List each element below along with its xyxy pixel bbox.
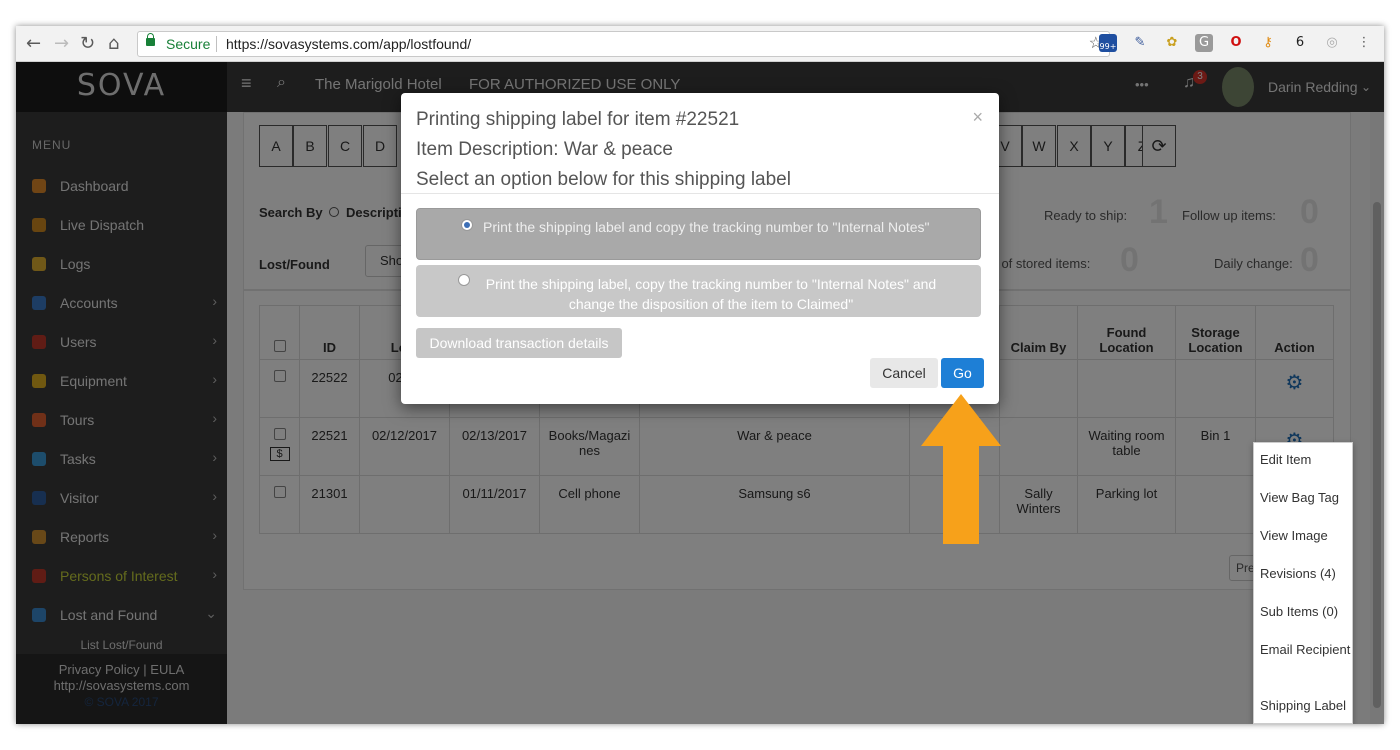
back-icon[interactable]: ← [26, 33, 41, 54]
forward-icon[interactable]: → [54, 33, 69, 54]
extension-badge-count: 99+ [1099, 42, 1117, 51]
extension-badge-icon[interactable]: 99+ [1099, 34, 1117, 52]
menu-item-edit-item[interactable]: Edit Item [1260, 451, 1354, 469]
menu-item-email-recipient[interactable]: Email Recipient [1260, 641, 1354, 659]
menu-item-shipping-label[interactable]: Shipping Label [1260, 697, 1354, 715]
eyedropper-icon[interactable]: ✎ [1131, 34, 1149, 52]
orange-arrow-icon [921, 394, 1001, 544]
go-button[interactable]: Go [941, 358, 984, 388]
menu-item-view-bag-tag[interactable]: View Bag Tag [1260, 489, 1354, 507]
key-icon[interactable]: ⚷ [1259, 34, 1277, 52]
modal-item-description: Item Description: War & peace [416, 139, 673, 160]
download-transaction-button[interactable]: Download transaction details [416, 328, 622, 358]
url-text[interactable]: https://sovasystems.com/app/lostfound/ [226, 32, 471, 56]
browser-menu-icon[interactable]: ⋮ [1355, 34, 1373, 52]
menu-item-view-image[interactable]: View Image [1260, 527, 1354, 545]
browser-toolbar: ← → ↻ ⌂ Secure https://sovasystems.com/a… [16, 26, 1384, 62]
menu-item-sub-items-0[interactable]: Sub Items (0) [1260, 603, 1354, 621]
browser-window: ← → ↻ ⌂ Secure https://sovasystems.com/a… [16, 26, 1384, 724]
home-browser-icon[interactable]: ⌂ [108, 33, 119, 54]
cancel-button[interactable]: Cancel [870, 358, 938, 388]
reload-icon[interactable]: ↻ [80, 33, 95, 54]
omnibox-separator [216, 36, 217, 52]
address-bar[interactable]: Secure https://sovasystems.com/app/lostf… [137, 31, 1110, 57]
opera-icon[interactable]: O [1227, 34, 1245, 52]
lock-icon [146, 33, 155, 46]
modal-prompt: Select an option below for this shipping… [416, 169, 791, 190]
six-icon[interactable]: 6 [1291, 34, 1309, 52]
option-copy-tracking-claimed-label: Print the shipping label, copy the track… [485, 276, 937, 312]
option-copy-tracking-radio[interactable] [461, 219, 473, 231]
g-extension-icon[interactable]: G [1195, 34, 1213, 52]
option-copy-tracking[interactable]: Print the shipping label and copy the tr… [416, 208, 981, 260]
modal-divider [401, 193, 999, 194]
menu-item-revisions-4[interactable]: Revisions (4) [1260, 565, 1354, 583]
action-dropdown-menu: Edit Item View Bag Tag View Image Revisions… [1253, 442, 1353, 724]
option-copy-tracking-label: Print the shipping label and copy the tr… [483, 219, 930, 235]
modal-title: Printing shipping label for item #22521 [416, 109, 740, 130]
circle-extension-icon[interactable]: ◎ [1323, 34, 1341, 52]
secure-label: Secure [166, 36, 211, 52]
modal-close-icon[interactable]: × [972, 107, 983, 128]
option-copy-tracking-claimed[interactable]: Print the shipping label, copy the track… [416, 265, 981, 317]
shipping-label-modal: Printing shipping label for item #22521 … [401, 93, 999, 404]
cookie-icon[interactable]: ✿ [1163, 34, 1181, 52]
